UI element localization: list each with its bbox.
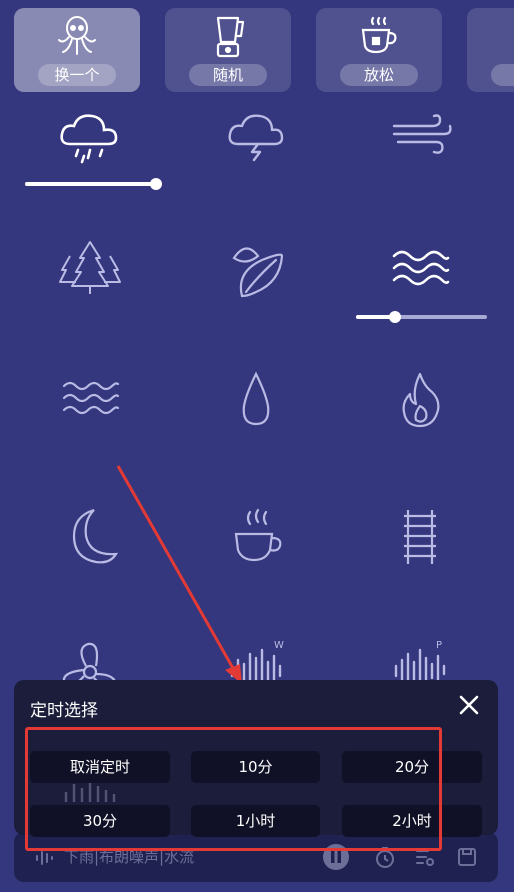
sound-wind[interactable] bbox=[370, 108, 470, 178]
waves-icon bbox=[392, 250, 450, 286]
slider-fill bbox=[25, 182, 156, 186]
preset-octopus[interactable]: 换一个 bbox=[14, 8, 140, 92]
timer-option-1hour[interactable]: 1小时 bbox=[191, 805, 320, 837]
player-bar: 下雨|布朗噪声|水流 bbox=[14, 832, 498, 882]
timer-option-2hour[interactable]: 2小时 bbox=[342, 805, 482, 837]
timer-icon[interactable] bbox=[374, 845, 396, 869]
sound-rain[interactable] bbox=[40, 108, 140, 178]
thunder-cloud-icon bbox=[228, 114, 284, 162]
mixer-icon[interactable] bbox=[414, 846, 436, 868]
waves-volume-slider[interactable] bbox=[356, 311, 487, 323]
rain-cloud-icon bbox=[60, 114, 118, 164]
preset-bar: 换一个 随机 放松 bbox=[0, 0, 514, 100]
wind-icon bbox=[392, 114, 452, 154]
now-playing: 下雨|布朗噪声|水流 bbox=[64, 848, 195, 866]
timer-option-cancel[interactable]: 取消定时 bbox=[30, 751, 170, 783]
sound-leaf[interactable] bbox=[206, 236, 306, 306]
ocean-icon bbox=[62, 381, 120, 415]
sound-night[interactable] bbox=[40, 502, 140, 572]
railroad-icon bbox=[404, 510, 436, 564]
svg-text:P: P bbox=[436, 640, 442, 651]
preset-label: 换一个 bbox=[38, 64, 116, 86]
fire-icon bbox=[402, 372, 440, 428]
forest-icon bbox=[59, 241, 121, 294]
coffee-cup-icon bbox=[234, 508, 282, 562]
dialog-title: 定时选择 bbox=[30, 701, 98, 721]
preset-partial[interactable] bbox=[467, 8, 514, 92]
preset-blender[interactable]: 随机 bbox=[165, 8, 291, 92]
svg-text:W: W bbox=[274, 640, 284, 651]
timer-option-30min[interactable]: 30分 bbox=[30, 805, 170, 837]
leaf-icon bbox=[232, 247, 284, 298]
preset-label-partial bbox=[491, 64, 514, 86]
blender-icon bbox=[216, 16, 245, 58]
slider-knob[interactable] bbox=[150, 178, 162, 190]
preset-label: 随机 bbox=[189, 64, 267, 86]
sound-ocean[interactable] bbox=[40, 366, 140, 436]
close-icon[interactable] bbox=[456, 692, 482, 718]
sound-coffee[interactable] bbox=[206, 502, 306, 572]
slider-knob[interactable] bbox=[389, 311, 402, 323]
timer-option-20min[interactable]: 20分 bbox=[342, 751, 482, 783]
preset-relax[interactable]: 放松 bbox=[316, 8, 442, 92]
sound-waves[interactable] bbox=[370, 236, 470, 306]
preset-label: 放松 bbox=[340, 64, 418, 86]
sound-fire[interactable] bbox=[370, 366, 470, 436]
pause-icon[interactable] bbox=[322, 843, 350, 871]
sound-thunder[interactable] bbox=[206, 108, 306, 178]
moon-icon bbox=[72, 508, 119, 564]
octopus-icon bbox=[58, 16, 96, 55]
teacup-icon bbox=[361, 16, 397, 54]
sound-forest[interactable] bbox=[40, 236, 140, 306]
sound-wave-icon bbox=[36, 851, 53, 865]
sound-train[interactable] bbox=[370, 502, 470, 572]
sound-water-drop[interactable] bbox=[206, 366, 306, 436]
rain-volume-slider[interactable] bbox=[25, 178, 162, 190]
timer-option-10min[interactable]: 10分 bbox=[191, 751, 320, 783]
water-drop-icon bbox=[242, 371, 270, 426]
save-icon[interactable] bbox=[456, 846, 478, 868]
